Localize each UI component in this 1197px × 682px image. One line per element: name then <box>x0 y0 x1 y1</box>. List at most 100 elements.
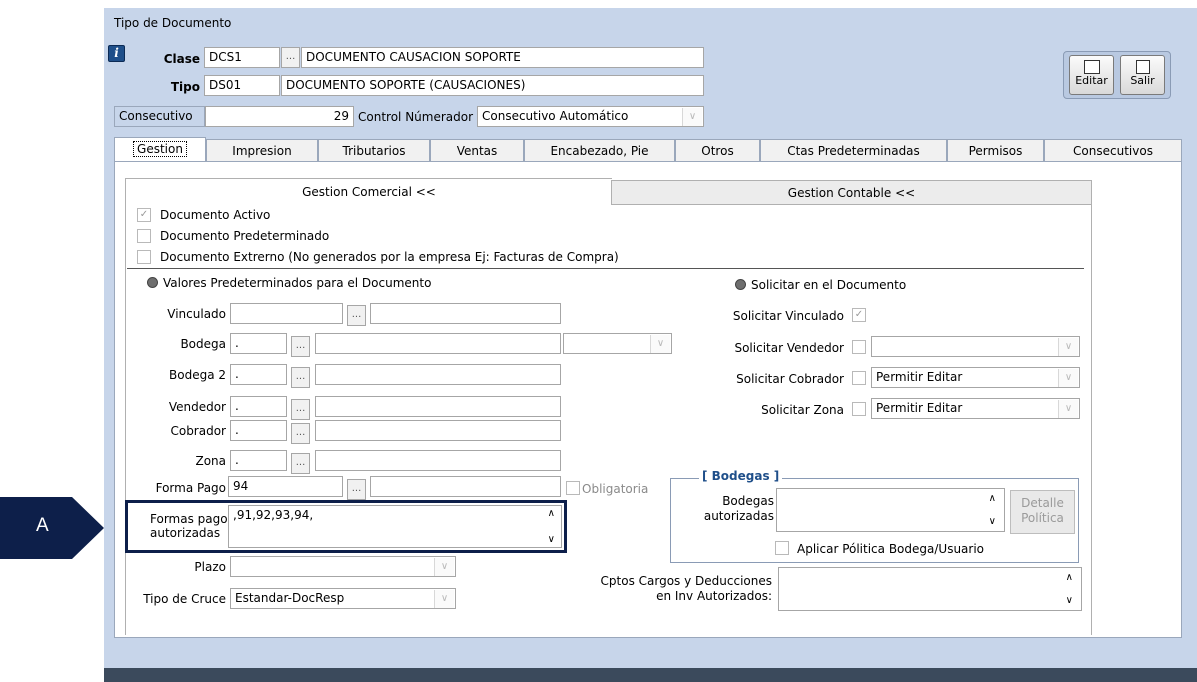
chevron-down-icon: ∨ <box>1058 338 1078 356</box>
tab-encabezado-pie[interactable]: Encabezado, Pie <box>524 139 675 161</box>
forma-pago-field[interactable]: 94 <box>228 476 343 497</box>
bodega2-lookup-button[interactable]: ... <box>291 367 310 388</box>
tab-ctas-predeterminadas[interactable]: Ctas Predeterminadas <box>760 139 947 161</box>
zona-lookup-button[interactable]: ... <box>291 453 310 474</box>
forma-pago-name-field[interactable] <box>370 476 561 497</box>
detalle-line1: Detalle <box>1021 496 1064 510</box>
solicitar-radio-icon <box>735 279 746 290</box>
documento-activo-checkbox[interactable]: ✓ <box>137 208 151 222</box>
scroll-up-icon[interactable]: ∧ <box>548 508 555 519</box>
scroll-down-icon[interactable]: ∨ <box>1066 595 1073 606</box>
zona-name-field[interactable] <box>315 450 561 471</box>
consecutivo-label-box: Consecutivo <box>114 106 205 127</box>
solicitar-vinculado-checkbox[interactable]: ✓ <box>852 308 866 322</box>
tab-gestion[interactable]: Gestion <box>114 137 206 162</box>
info-icon[interactable]: i <box>108 45 125 62</box>
cptos-label-line2: en Inv Autorizados: <box>656 589 772 603</box>
bodega2-name-field[interactable] <box>315 364 561 385</box>
formas-pago-label-line1: Formas pago <box>150 512 228 526</box>
tab-otros[interactable]: Otros <box>675 139 760 161</box>
tipo-code-field[interactable]: DS01 <box>204 75 280 96</box>
subtab-gestion-comercial[interactable]: Gestion Comercial << <box>125 178 612 204</box>
control-numerador-value: Consecutivo Automático <box>482 109 629 123</box>
subtab-gestion-contable[interactable]: Gestion Contable << <box>611 180 1092 205</box>
cobrador-field[interactable]: . <box>230 420 287 441</box>
control-numerador-label: Control Númerador : <box>358 110 481 124</box>
vinculado-field[interactable] <box>230 303 343 324</box>
tab-permisos[interactable]: Permisos <box>947 139 1044 161</box>
cptos-textarea[interactable]: ∧ ∨ <box>778 567 1082 611</box>
plazo-label: Plazo <box>194 560 226 574</box>
documento-externo-checkbox[interactable] <box>137 250 151 264</box>
scroll-down-icon[interactable]: ∨ <box>548 534 555 545</box>
edit-button[interactable]: Editar <box>1069 55 1114 95</box>
solicitar-vendedor-select[interactable]: ∨ <box>871 336 1080 357</box>
window-title: Tipo de Documento <box>114 16 232 30</box>
solicitar-zona-checkbox[interactable] <box>852 402 866 416</box>
zona-field[interactable]: . <box>230 450 287 471</box>
vendedor-field[interactable]: . <box>230 396 287 417</box>
valores-radio-icon <box>147 277 158 288</box>
chevron-down-icon: ∨ <box>434 590 454 608</box>
formas-pago-value: ,91,92,93,94, <box>233 508 314 522</box>
valores-section-title: Valores Predeterminados para el Document… <box>163 276 432 290</box>
formas-pago-textarea[interactable]: ,91,92,93,94, ∧ ∨ <box>228 505 562 548</box>
solicitar-zona-label: Solicitar Zona <box>761 403 844 417</box>
bodega-name-field[interactable] <box>315 333 561 354</box>
tipo-cruce-select[interactable]: Estandar-DocResp ∨ <box>230 588 456 609</box>
aplicar-politica-label: Aplicar Pólitica Bodega/Usuario <box>797 542 985 556</box>
chevron-down-icon: ∨ <box>650 335 670 353</box>
bodega-field[interactable]: . <box>230 333 287 354</box>
vendedor-label: Vendedor <box>168 400 226 414</box>
cobrador-name-field[interactable] <box>315 420 561 441</box>
chevron-down-icon: ∨ <box>434 558 454 576</box>
scroll-up-icon[interactable]: ∧ <box>989 493 996 504</box>
clase-label: Clase <box>163 52 200 66</box>
tipo-name-field[interactable]: DOCUMENTO SOPORTE (CAUSACIONES) <box>281 75 704 96</box>
formas-pago-label-line2: autorizadas <box>150 526 221 540</box>
vendedor-name-field[interactable] <box>315 396 561 417</box>
bodegas-autorizadas-line1: Bodegas <box>722 494 774 508</box>
cobrador-label: Cobrador <box>170 424 226 438</box>
bodega-select[interactable]: ∨ <box>563 333 672 354</box>
control-numerador-select[interactable]: Consecutivo Automático ∨ <box>477 106 704 127</box>
solicitar-cobrador-select[interactable]: Permitir Editar ∨ <box>871 367 1080 388</box>
tab-tributarios[interactable]: Tributarios <box>318 139 430 161</box>
consecutivo-field[interactable]: 29 <box>205 106 354 127</box>
tab-consecutivos[interactable]: Consecutivos <box>1044 139 1182 161</box>
detalle-politica-button[interactable]: Detalle Política <box>1010 490 1075 534</box>
tab-impresion[interactable]: Impresion <box>206 139 318 161</box>
tab-ventas[interactable]: Ventas <box>430 139 524 161</box>
scroll-up-icon[interactable]: ∧ <box>1066 572 1073 583</box>
documento-predeterminado-checkbox[interactable] <box>137 229 151 243</box>
solicitar-cobrador-checkbox[interactable] <box>852 371 866 385</box>
documento-activo-label: Documento Activo <box>160 208 271 222</box>
bodegas-autorizadas-textarea[interactable]: ∧ ∨ <box>776 488 1005 532</box>
vinculado-lookup-button[interactable]: ... <box>347 305 366 326</box>
clase-code-field[interactable]: DCS1 <box>204 47 280 68</box>
cobrador-lookup-button[interactable]: ... <box>291 423 310 444</box>
tipo-cruce-value: Estandar-DocResp <box>235 591 345 605</box>
vinculado-name-field[interactable] <box>370 303 561 324</box>
zona-label: Zona <box>195 454 226 468</box>
solicitar-vinculado-label: Solicitar Vinculado <box>732 309 844 323</box>
documento-externo-label: Documento Extrerno (No generados por la … <box>160 250 619 264</box>
solicitar-zona-select[interactable]: Permitir Editar ∨ <box>871 398 1080 419</box>
bodegas-group-title: [ Bodegas ] <box>699 469 783 483</box>
clase-lookup-button[interactable]: ... <box>281 47 300 68</box>
taskbar-strip <box>104 668 1197 682</box>
plazo-select[interactable]: ∨ <box>230 556 456 577</box>
clase-name-field[interactable]: DOCUMENTO CAUSACION SOPORTE <box>301 47 704 68</box>
bodega-lookup-button[interactable]: ... <box>291 336 310 357</box>
bodega2-field[interactable]: . <box>230 364 287 385</box>
forma-pago-lookup-button[interactable]: ... <box>347 479 366 500</box>
exit-button[interactable]: Salir <box>1120 55 1165 95</box>
callout-label: A <box>36 515 49 536</box>
aplicar-politica-checkbox[interactable] <box>775 541 789 555</box>
scroll-down-icon[interactable]: ∨ <box>989 516 996 527</box>
edit-button-label: Editar <box>1075 74 1108 87</box>
vendedor-lookup-button[interactable]: ... <box>291 399 310 420</box>
solicitar-vendedor-checkbox[interactable] <box>852 340 866 354</box>
obligatoria-checkbox[interactable] <box>566 481 580 495</box>
edit-icon <box>1083 60 1100 74</box>
